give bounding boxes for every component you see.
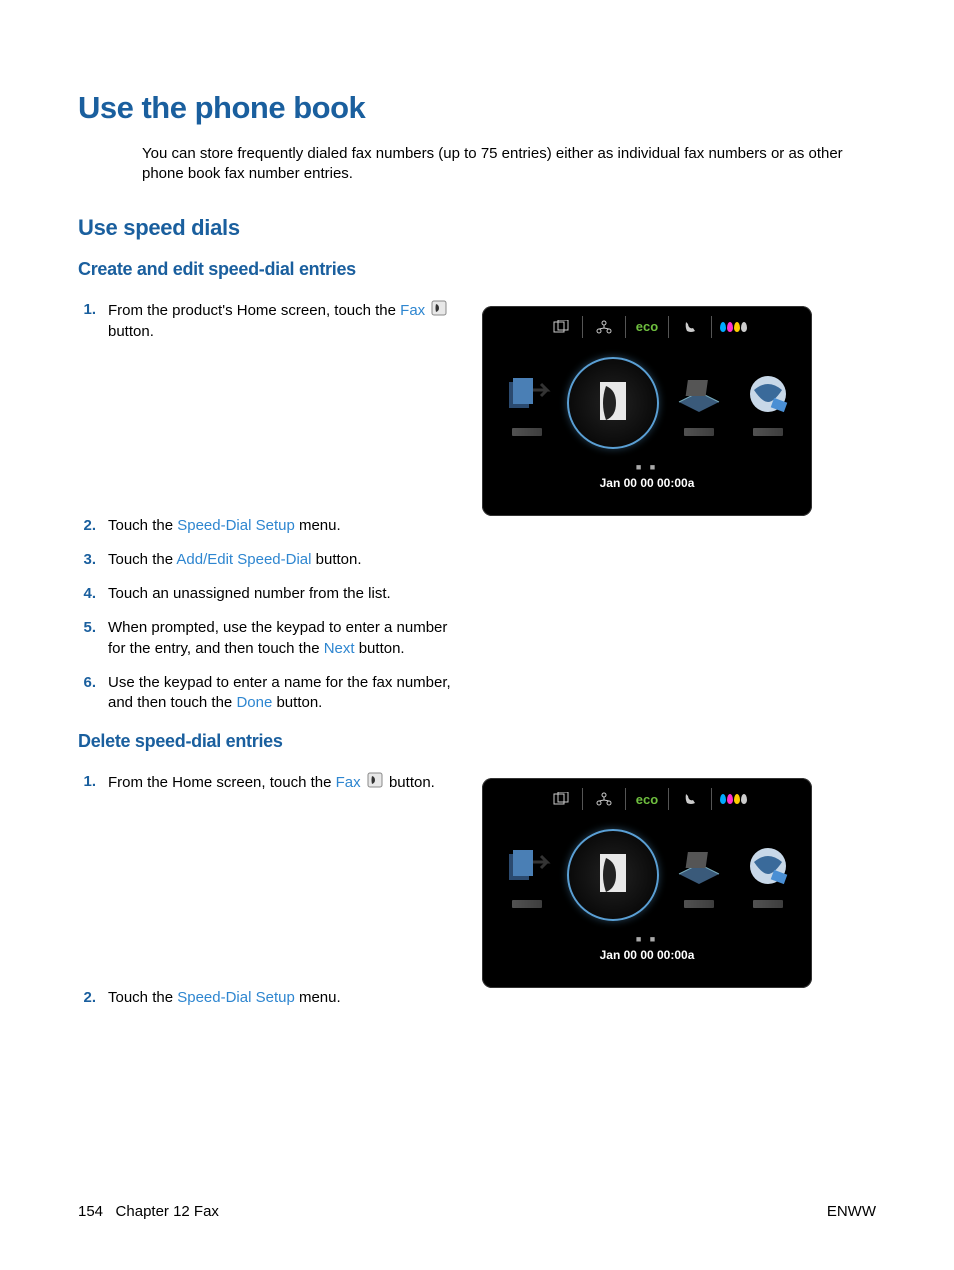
speed-dial-setup-link: Speed-Dial Setup (177, 989, 295, 1006)
copy-app-icon (498, 370, 556, 436)
network-icon (583, 316, 626, 338)
datetime-display: Jan 00 00 00:00a (488, 476, 806, 494)
step-number: 6. (78, 673, 96, 693)
wifi-direct-icon (540, 316, 583, 338)
apps-icon (739, 370, 797, 436)
step-number: 2. (78, 516, 96, 536)
status-bar: eco (488, 312, 806, 344)
speed-dial-setup-link: Speed-Dial Setup (177, 517, 295, 534)
step-text: button. (108, 323, 154, 340)
apps-icon (739, 842, 797, 908)
step-number: 4. (78, 584, 96, 604)
phone-icon (669, 788, 712, 810)
list-item: 5. When prompted, use the keypad to ente… (78, 618, 458, 659)
ink-levels-icon (712, 316, 754, 338)
intro-paragraph: You can store frequently dialed fax numb… (142, 144, 856, 185)
document-page: Use the phone book You can store frequen… (0, 0, 954, 1270)
ink-levels-icon (712, 788, 754, 810)
scan-app-icon (670, 842, 728, 908)
step-number: 1. (78, 300, 96, 320)
page-footer: 154 Chapter 12 Fax ENWW (78, 1203, 876, 1220)
step-text: Touch the (108, 551, 176, 568)
fax-link: Fax (400, 302, 425, 319)
fax-link: Fax (336, 774, 361, 791)
wifi-direct-icon (540, 788, 583, 810)
section-heading: Use speed dials (78, 215, 876, 241)
eco-icon: eco (626, 788, 669, 810)
next-link: Next (324, 640, 355, 657)
step-text: button. (389, 774, 435, 791)
done-link: Done (236, 694, 272, 711)
list-item: 1. From the product's Home screen, touch… (78, 300, 458, 343)
add-edit-speed-dial-link: Add/Edit Speed-Dial (176, 551, 311, 568)
footer-right: ENWW (827, 1203, 876, 1220)
printer-home-screen: eco (482, 778, 812, 988)
list-item: 4. Touch an unassigned number from the l… (78, 584, 458, 604)
copy-app-icon (498, 842, 556, 908)
list-item: 3. Touch the Add/Edit Speed-Dial button. (78, 550, 458, 570)
step-text: Touch the (108, 989, 177, 1006)
status-bar: eco (488, 784, 806, 816)
step-number: 2. (78, 988, 96, 1008)
chapter-label: Chapter 12 Fax (116, 1203, 219, 1220)
step-text: button. (355, 640, 405, 657)
page-title: Use the phone book (78, 90, 876, 126)
subsection-heading-create: Create and edit speed-dial entries (78, 259, 876, 280)
list-item: 6. Use the keypad to enter a name for th… (78, 673, 458, 714)
step-text: menu. (295, 989, 341, 1006)
list-item: 2. Touch the Speed-Dial Setup menu. (78, 516, 458, 536)
step-text: Touch an unassigned number from the list… (108, 584, 458, 604)
fax-handset-icon (431, 300, 447, 322)
fax-app-icon-highlighted (567, 829, 659, 921)
scan-app-icon (670, 370, 728, 436)
step-text: Touch the (108, 517, 177, 534)
subsection-heading-delete: Delete speed-dial entries (78, 731, 876, 752)
step-text: button. (272, 694, 322, 711)
eco-icon: eco (626, 316, 669, 338)
step-number: 1. (78, 772, 96, 792)
printer-home-screen: eco (482, 306, 812, 516)
step-number: 5. (78, 618, 96, 638)
step-text: From the Home screen, touch the (108, 774, 336, 791)
page-indicator: ■ ■ (488, 930, 806, 948)
page-number: 154 (78, 1203, 103, 1220)
page-indicator: ■ ■ (488, 458, 806, 476)
step-text: From the product's Home screen, touch th… (108, 302, 400, 319)
fax-handset-icon (367, 772, 383, 794)
phone-icon (669, 316, 712, 338)
step-number: 3. (78, 550, 96, 570)
network-icon (583, 788, 626, 810)
datetime-display: Jan 00 00 00:00a (488, 948, 806, 966)
fax-app-icon-highlighted (567, 357, 659, 449)
list-item: 2. Touch the Speed-Dial Setup menu. (78, 988, 458, 1008)
list-item: 1. From the Home screen, touch the Fax b… (78, 772, 458, 794)
step-text: button. (311, 551, 361, 568)
step-text: menu. (295, 517, 341, 534)
